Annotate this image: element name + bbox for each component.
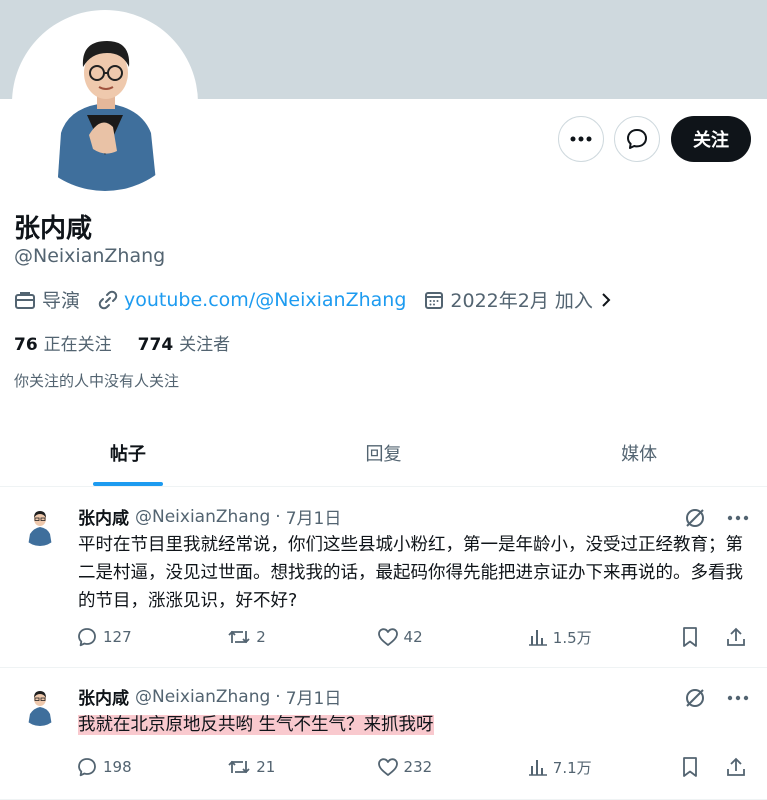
profile-handle: @NeixianZhang (14, 245, 166, 267)
post-actions: 127 2 42 1.5万 (76, 626, 751, 648)
tab-replies[interactable]: 回复 (256, 420, 512, 486)
reply-count: 127 (103, 628, 132, 646)
profile-actions: 关注 (558, 116, 751, 162)
reply-icon (78, 758, 96, 777)
share-button[interactable] (726, 756, 751, 778)
followers-label: 关注者 (179, 335, 231, 355)
post-header: 张内咸 @NeixianZhang · 7月1日 (78, 684, 342, 710)
post-tools (683, 506, 749, 530)
bookmark-button[interactable] (681, 626, 704, 648)
bookmark-icon (683, 757, 697, 777)
avatar-thumbnail (20, 686, 60, 726)
views-count: 1.5万 (552, 628, 592, 647)
following-count: 76 (14, 335, 38, 355)
link-icon (98, 290, 118, 309)
post-author-name[interactable]: 张内咸 (78, 504, 129, 529)
profession-item: 导演 (14, 286, 80, 313)
repost-count: 21 (256, 758, 276, 776)
profile-link-item[interactable]: youtube.com/@NeixianZhang (98, 289, 406, 311)
post-author-handle[interactable]: @NeixianZhang (135, 687, 270, 707)
calendar-icon (425, 291, 444, 309)
bookmark-icon (683, 627, 697, 647)
post-text-container: 我就在北京原地反共哟 生气不生气？来抓我呀 (78, 711, 750, 739)
post-date[interactable]: 7月1日 (286, 504, 342, 529)
post-date[interactable]: 7月1日 (286, 684, 342, 709)
post-text: 我就在北京原地反共哟 生气不生气？来抓我呀 (78, 715, 434, 735)
header-separator: · (275, 506, 281, 527)
views-count: 7.1万 (552, 758, 592, 777)
post-actions: 198 21 232 7.1万 (76, 756, 751, 778)
reply-button[interactable]: 198 (76, 756, 227, 778)
post-text: 平时在节目里我就经常说，你们这些县城小粉红，第一是年龄小，没受过正经教育；第二是… (78, 535, 743, 611)
repost-icon (228, 630, 250, 644)
tab-label: 媒体 (621, 444, 658, 465)
profile-tabs: 帖子 回复 媒体 (0, 420, 767, 487)
share-icon (727, 627, 745, 646)
reply-count: 198 (103, 758, 132, 776)
follow-counts: 76 正在关注 774 关注者 (14, 330, 256, 355)
tab-media[interactable]: 媒体 (511, 420, 767, 486)
joined-label: 2022年2月 加入 (450, 290, 593, 312)
profile-link[interactable]: youtube.com/@NeixianZhang (124, 289, 406, 311)
views-button[interactable]: 7.1万 (528, 757, 681, 778)
followers-link[interactable]: 774 关注者 (138, 330, 231, 355)
grok-icon[interactable] (683, 686, 707, 710)
active-tab-indicator (92, 482, 163, 486)
views-icon (528, 760, 547, 776)
mutual-followers-note: 你关注的人中没有人关注 (14, 372, 180, 390)
post-header: 张内咸 @NeixianZhang · 7月1日 (78, 504, 342, 530)
views-button[interactable]: 1.5万 (528, 627, 681, 648)
post-more-icon[interactable] (727, 695, 749, 701)
like-button[interactable]: 232 (377, 756, 528, 778)
following-link[interactable]: 76 正在关注 (14, 330, 112, 355)
post-more-icon[interactable] (727, 515, 749, 521)
post-avatar[interactable] (20, 506, 60, 546)
like-count: 232 (403, 758, 433, 776)
grok-icon[interactable] (683, 506, 707, 530)
repost-button[interactable]: 21 (227, 756, 376, 778)
avatar-photo (17, 15, 193, 191)
post-item[interactable]: 张内咸 @NeixianZhang · 7月1日 我就在北京原地反共哟 生气不生… (0, 668, 767, 800)
chevron-right-icon (602, 292, 611, 307)
message-button[interactable] (614, 116, 660, 162)
briefcase-icon (15, 291, 35, 309)
share-icon (727, 757, 745, 776)
like-button[interactable]: 42 (377, 626, 528, 648)
post-avatar[interactable] (20, 686, 60, 726)
post-author-handle[interactable]: @NeixianZhang (135, 507, 270, 527)
reply-icon (78, 628, 96, 647)
more-button[interactable] (558, 116, 604, 162)
following-label: 正在关注 (43, 335, 112, 355)
repost-button[interactable]: 2 (227, 626, 376, 648)
tab-label: 回复 (365, 444, 402, 465)
profession-label: 导演 (42, 290, 81, 312)
post-author-name[interactable]: 张内咸 (78, 684, 129, 709)
profile-name: 张内咸 (14, 214, 93, 244)
reply-button[interactable]: 127 (76, 626, 227, 648)
follow-button[interactable]: 关注 (671, 116, 751, 162)
message-icon (627, 129, 647, 149)
bookmark-button[interactable] (681, 756, 704, 778)
avatar-thumbnail (20, 506, 60, 546)
profile-meta: 导演 youtube.com/@NeixianZhang 2022年2月 加入 (14, 286, 631, 313)
share-button[interactable] (726, 626, 751, 648)
header-separator: · (275, 686, 281, 707)
followers-count: 774 (137, 335, 174, 355)
repost-icon (228, 760, 250, 774)
tab-label: 帖子 (109, 444, 146, 465)
heart-icon (377, 628, 398, 646)
profile-avatar[interactable] (12, 10, 198, 196)
more-icon (570, 136, 592, 142)
like-count: 42 (403, 628, 423, 646)
heart-icon (377, 758, 398, 776)
joined-item[interactable]: 2022年2月 加入 (424, 286, 612, 313)
post-tools (683, 686, 749, 710)
views-icon (528, 630, 547, 646)
repost-count: 2 (256, 628, 266, 646)
post-item[interactable]: 张内咸 @NeixianZhang · 7月1日 平时在节目里我就经常说，你们这… (0, 488, 767, 668)
tab-posts[interactable]: 帖子 (0, 420, 256, 486)
